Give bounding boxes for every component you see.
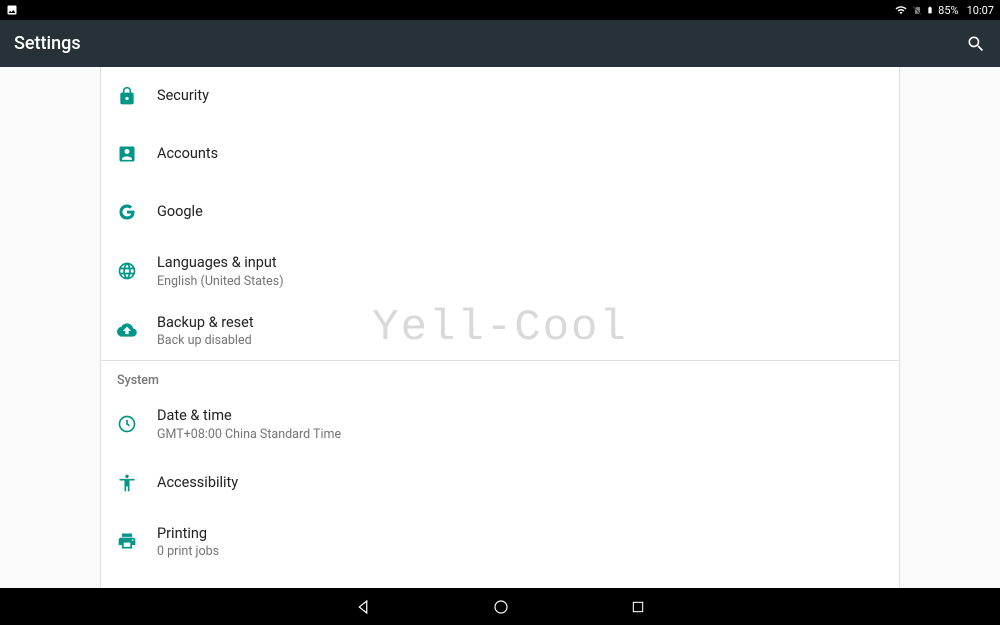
printer-icon (117, 531, 137, 551)
home-circle-icon (492, 598, 510, 616)
row-subtitle: English (United States) (157, 274, 284, 289)
settings-item-developer[interactable]: Developer options (101, 571, 899, 588)
row-title: Backup & reset (157, 313, 254, 333)
nav-recent-button[interactable] (630, 599, 646, 615)
clock-icon (117, 414, 137, 434)
clock-text: 10:07 (967, 4, 994, 17)
image-icon (6, 4, 18, 16)
row-subtitle: 0 print jobs (157, 544, 219, 559)
settings-item-security[interactable]: Security (101, 67, 899, 125)
content-area: Yell-Cool Security Accounts Google (0, 67, 1000, 588)
row-title: Date & time (157, 406, 341, 426)
lock-icon (117, 86, 137, 106)
nav-back-button[interactable] (354, 598, 372, 616)
app-bar: Settings (0, 20, 1000, 67)
settings-item-google[interactable]: Google (101, 183, 899, 241)
page-title: Settings (14, 33, 81, 54)
row-title: Accessibility (157, 473, 238, 493)
battery-percent: 85% (938, 4, 958, 17)
settings-item-printing[interactable]: Printing 0 print jobs (101, 512, 899, 572)
row-title: Accounts (157, 144, 218, 164)
settings-item-backup[interactable]: Backup & reset Back up disabled (101, 301, 899, 361)
settings-item-languages[interactable]: Languages & input English (United States… (101, 241, 899, 301)
person-icon (117, 144, 137, 164)
settings-item-accounts[interactable]: Accounts (101, 125, 899, 183)
cloud-upload-icon (117, 320, 137, 340)
google-icon (117, 202, 137, 222)
row-title: Google (157, 202, 203, 222)
nav-home-button[interactable] (492, 598, 510, 616)
wifi-icon (894, 4, 908, 16)
row-title: Printing (157, 524, 219, 544)
row-subtitle: Back up disabled (157, 333, 254, 348)
status-bar: 85% 10:07 (0, 0, 1000, 20)
nav-bar (0, 588, 1000, 625)
accessibility-icon (117, 473, 137, 493)
settings-item-accessibility[interactable]: Accessibility (101, 454, 899, 512)
no-sim-icon (912, 4, 922, 16)
row-title: Security (157, 86, 209, 106)
row-title: Languages & input (157, 253, 284, 273)
row-title: Developer options (157, 587, 273, 588)
settings-item-datetime[interactable]: Date & time GMT+08:00 China Standard Tim… (101, 394, 899, 454)
globe-icon (117, 261, 137, 281)
row-subtitle: GMT+08:00 China Standard Time (157, 427, 341, 442)
settings-panel: Security Accounts Google Languages & inp… (100, 67, 900, 588)
back-triangle-icon (354, 598, 372, 616)
section-header-system: System (101, 360, 899, 394)
braces-icon (117, 587, 137, 588)
search-icon (966, 34, 986, 54)
battery-icon (926, 4, 934, 16)
recent-square-icon (630, 599, 646, 615)
search-button[interactable] (966, 34, 986, 54)
